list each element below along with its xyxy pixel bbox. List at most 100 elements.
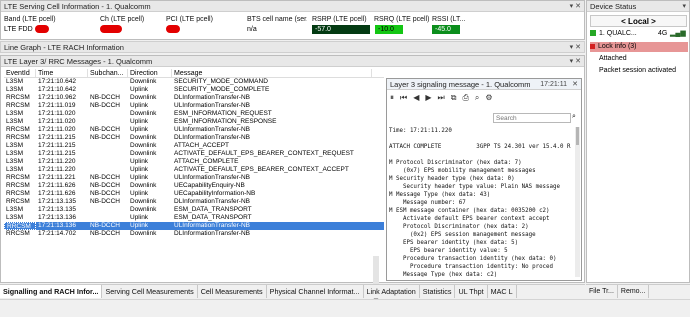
table-row[interactable]: L3SM 17:21:10.642 Uplink SECURITY_MODE_COMP… — [4, 86, 384, 94]
table-row[interactable]: RRCSM 17:21:11.215 NB-DCCH Downlink DLInform… — [4, 134, 384, 142]
cell-subchannel: NB-DCCH — [90, 182, 120, 189]
cell-subchannel: NB-DCCH — [90, 134, 120, 141]
workspace-tab[interactable]: Serving Cell Measurements — [102, 285, 198, 298]
cell-message: ACTIVATE_DEFAULT_EPS_BEARER_CONTEXT_ACCE… — [174, 166, 349, 173]
cell-message: DLInformationTransfer-NB — [174, 134, 250, 141]
device-tab[interactable]: Remo... — [618, 285, 650, 298]
l3-scrollbar[interactable] — [575, 127, 580, 277]
cell-subchannel: NB-DCCH — [90, 190, 120, 197]
first-icon[interactable]: ⏮ — [400, 93, 407, 103]
cell-subchannel — [88, 158, 128, 166]
workspace-tab[interactable]: Cell Measurements — [198, 285, 267, 298]
device-tab[interactable]: File Tr... — [586, 285, 618, 298]
cell-direction: Downlink — [130, 94, 157, 101]
table-row[interactable]: L3SM 17:21:11.020 Uplink ESM_INFORMATION_RE… — [4, 118, 384, 126]
packet-status: Packet session activated — [599, 67, 677, 74]
table-row[interactable]: RRCSM 17:21:11.019 NB-DCCH Uplink ULInformat… — [4, 102, 384, 110]
col-eventid[interactable]: EventId — [4, 69, 36, 77]
cell-eventid: RRCSM — [6, 134, 30, 141]
table-row[interactable]: RRCSM 17:21:11.020 NB-DCCH Uplink ULInformat… — [4, 126, 384, 134]
last-icon[interactable]: ⏭ — [438, 93, 445, 103]
table-row[interactable]: RRCSM 17:21:13.136 NB-DCCH Uplink ULInformat… — [4, 222, 384, 230]
l3-search-input[interactable] — [493, 113, 571, 123]
line-graph-title-text: Line Graph - LTE RACH Information — [4, 43, 124, 52]
rrc-title: LTE Layer 3/ RRC Messages - 1. Qualcomm … — [1, 56, 584, 67]
cell-time: 17:21:11.626 — [38, 190, 76, 197]
rrc-message-table: EventId Time Subchan... Direction Messag… — [4, 69, 384, 279]
cell-subchannel — [88, 142, 128, 150]
cell-eventid: RRCSM — [6, 94, 30, 101]
print-icon[interactable]: ⎙ — [462, 93, 468, 103]
table-row[interactable]: RRCSM 17:21:11.626 NB-DCCH Uplink UECapabili… — [4, 190, 384, 198]
cell-eventid: RRCSM — [6, 190, 30, 197]
table-row[interactable]: L3SM 17:21:11.220 Uplink ACTIVATE_DEFAULT_E… — [4, 166, 384, 174]
cell-time: 17:21:11.020 — [38, 126, 76, 133]
device-item[interactable]: 1. QUALC... 4G ▂▄▆ — [590, 29, 688, 39]
table-row[interactable]: L3SM 17:21:11.215 Downlink ACTIVATE_DEFAULT… — [4, 150, 384, 158]
table-row[interactable]: L3SM 17:21:11.215 Downlink ATTACH_ACCEPT — [4, 142, 384, 150]
find-icon[interactable]: ⌕ — [475, 93, 479, 103]
table-row[interactable]: L3SM 17:21:11.020 Downlink ESM_INFORMATION_… — [4, 110, 384, 118]
scroll-thumb[interactable] — [576, 127, 579, 145]
col-time[interactable]: Time — [36, 69, 88, 77]
lock-icon — [590, 43, 595, 49]
workspace-tab[interactable]: UL Thpt — [455, 285, 488, 298]
cell-time: 17:21:10.642 — [38, 78, 76, 85]
lock-info-item[interactable]: Lock info (3) — [590, 42, 688, 52]
table-row[interactable]: RRCSM 17:21:11.626 NB-DCCH Downlink UECapabi… — [4, 182, 384, 190]
device-name: 1. QUALC... — [599, 30, 637, 37]
table-body: L3SM 17:21:10.642 Downlink SECURITY_MODE_CO… — [4, 78, 384, 238]
cell-message: DLInformationTransfer-NB — [174, 198, 250, 205]
cell-message: ESM_INFORMATION_REQUEST — [174, 110, 272, 117]
pane-menu-icon[interactable]: ▾ ✕ — [570, 42, 581, 53]
pin-icon[interactable]: ▾ — [682, 1, 686, 11]
cell-message: ESM_DATA_TRANSPORT — [174, 214, 252, 221]
pane-menu-icon[interactable]: ▾ ✕ — [570, 56, 581, 66]
cell-time: 17:21:11.215 — [38, 142, 76, 149]
header-rsrp: RSRP (LTE pcell) — [312, 16, 367, 23]
table-row[interactable]: RRCSM 17:21:11.221 NB-DCCH Uplink ULInformat… — [4, 174, 384, 182]
table-row[interactable]: RRCSM 17:21:14.702 NB-DCCH Downlink DLInform… — [4, 230, 384, 238]
close-icon[interactable]: ✕ — [572, 79, 578, 89]
next-icon[interactable]: ▶ — [425, 93, 431, 102]
l3-time-short: 17:21:11 — [540, 81, 567, 88]
cell-time: 17:21:11.019 — [38, 102, 76, 109]
cell-subchannel — [88, 86, 128, 94]
search-icon[interactable]: ⌕ — [572, 113, 576, 121]
workspace-tab[interactable]: MAC L — [488, 285, 517, 298]
workspace-tab[interactable]: Statistics — [420, 285, 456, 298]
cell-direction: Downlink — [130, 134, 157, 141]
status-bar — [0, 299, 690, 317]
pane-menu-icon[interactable]: ▾ ✕ — [570, 1, 581, 11]
value-bts: n/a — [247, 26, 257, 33]
col-message[interactable]: Message — [172, 69, 372, 77]
cell-eventid: RRCSM — [6, 102, 30, 109]
value-rssi-cell: -45.0 — [432, 25, 482, 35]
table-row[interactable]: RRCSM 17:21:13.135 NB-DCCH Downlink DLInform… — [4, 198, 384, 206]
local-selector[interactable]: < Local > — [590, 15, 687, 27]
col-subchannel[interactable]: Subchan... — [88, 69, 128, 77]
prev-icon[interactable]: ◀ — [413, 93, 419, 102]
table-row[interactable]: L3SM 17:21:10.642 Downlink SECURITY_MODE_CO… — [4, 78, 384, 86]
cell-subchannel: NB-DCCH — [90, 198, 120, 205]
table-row[interactable]: L3SM 17:21:13.136 Uplink ESM_DATA_TRANSPORT — [4, 214, 384, 222]
workspace-tab[interactable]: Link Adaptation — [364, 285, 420, 298]
col-direction[interactable]: Direction — [128, 69, 172, 77]
cell-subchannel — [88, 214, 128, 222]
table-row[interactable]: L3SM 17:21:11.220 Uplink ATTACH_COMPLETE — [4, 158, 384, 166]
copy-icon[interactable]: ⧉ — [451, 93, 457, 103]
cell-time: 17:21:13.135 — [38, 198, 76, 205]
l3-title[interactable]: Layer 3 signaling message - 1. Qualcomm … — [387, 79, 581, 90]
workspace-tab[interactable]: Signalling and RACH Infor... — [0, 285, 103, 298]
table-row[interactable]: RRCSM 17:21:10.962 NB-DCCH Downlink DLInform… — [4, 94, 384, 102]
cell-time: 17:21:11.221 — [38, 174, 76, 181]
cell-direction: Uplink — [130, 214, 149, 221]
decoded-line: Time: 17:21:11.220 — [389, 128, 452, 134]
settings-icon[interactable]: ⚙ — [485, 93, 492, 102]
l3-title-text: Layer 3 signaling message - 1. Qualcomm — [390, 80, 531, 89]
value-rssi: -45.0 — [432, 25, 460, 34]
device-status-pane: Device Status ▾ < Local > 1. QUALC... 4G… — [586, 0, 690, 283]
workspace-tab[interactable]: Physical Channel Informat... — [267, 285, 364, 298]
pause-icon[interactable]: ⏸ — [390, 93, 394, 103]
table-row[interactable]: L3SM 17:21:13.135 Downlink ESM_DATA_TRANSPO… — [4, 206, 384, 214]
